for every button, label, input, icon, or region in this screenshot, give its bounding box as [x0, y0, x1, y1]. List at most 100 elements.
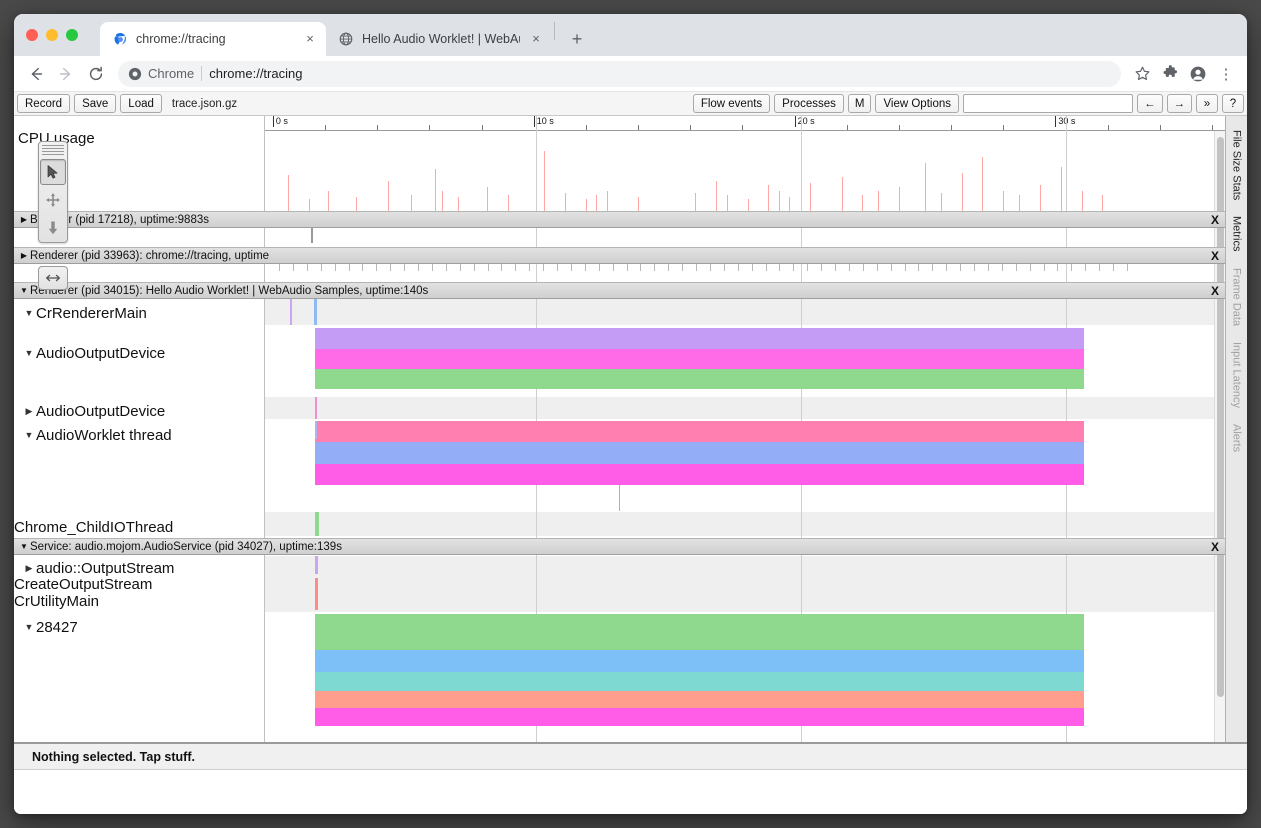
palette-drag-handle[interactable] — [42, 145, 64, 157]
slice-crutilitymain[interactable] — [315, 596, 318, 610]
tab-close-icon[interactable]: × — [302, 31, 318, 47]
status-bar: Nothing selected. Tap stuff. — [14, 744, 1247, 770]
thread-label-audioworklet-thread[interactable]: ▼ AudioWorklet thread — [14, 424, 264, 446]
horizontal-resize-handle[interactable] — [38, 266, 68, 290]
ruler-minor-tick — [1108, 125, 1109, 130]
tab-strip: chrome://tracing × Hello Audio Worklet! … — [14, 14, 1247, 56]
profile-icon[interactable] — [1185, 61, 1211, 87]
tab-title: chrome://tracing — [136, 32, 294, 46]
caret-right-icon[interactable]: ▶ — [18, 251, 30, 260]
slice-audioworklet-marker[interactable] — [315, 421, 317, 439]
record-button[interactable]: Record — [17, 94, 70, 113]
search-next-button[interactable]: → — [1167, 94, 1193, 113]
reload-icon[interactable] — [82, 60, 110, 88]
thread-label-audiooutputdevice-2[interactable]: ▶ AudioOutputDevice — [14, 400, 264, 422]
zoom-tool-button[interactable] — [40, 215, 66, 241]
overflow-button[interactable]: » — [1196, 94, 1218, 113]
process-header-renderer-audioworklet[interactable]: ▼ Renderer (pid 34015): Hello Audio Work… — [14, 282, 1225, 299]
browser-menu-icon[interactable]: ⋮ — [1213, 61, 1239, 87]
close-window-button[interactable] — [26, 29, 38, 41]
slice-createoutputstream[interactable] — [315, 578, 318, 596]
process-header-renderer-tracing[interactable]: ▶ Renderer (pid 33963): chrome://tracing… — [14, 247, 1225, 264]
caret-down-icon[interactable]: ▼ — [22, 308, 36, 318]
process-header-label: Renderer (pid 34015): Hello Audio Workle… — [30, 285, 428, 297]
slice-28427-row2[interactable] — [315, 650, 1085, 672]
slice-audiooutputdevice-row3[interactable] — [315, 369, 1085, 389]
timeline-grid[interactable]: 0 s10 s20 s30 s — [264, 116, 1225, 742]
horizontal-resize-icon — [43, 272, 63, 284]
search-prev-button[interactable]: ← — [1137, 94, 1163, 113]
ruler-minor-tick — [1160, 125, 1161, 130]
load-button[interactable]: Load — [120, 94, 162, 113]
thread-label-createoutputstream: CreateOutputStream — [14, 575, 264, 593]
extensions-puzzle-icon[interactable] — [1157, 61, 1183, 87]
slice-28427-row1[interactable] — [315, 614, 1085, 650]
ruler-minor-tick — [1003, 125, 1004, 130]
caret-down-icon[interactable]: ▼ — [18, 286, 30, 295]
ruler-minor-tick — [951, 125, 952, 130]
back-icon[interactable] — [22, 60, 50, 88]
slice-audiooutputdevice-row1[interactable] — [315, 328, 1085, 349]
bookmark-star-icon[interactable] — [1129, 61, 1155, 87]
crrenderermain-slice-2[interactable] — [314, 299, 317, 325]
slice-chrome-childiothread[interactable] — [315, 512, 319, 536]
save-button[interactable]: Save — [74, 94, 116, 113]
minimize-window-button[interactable] — [46, 29, 58, 41]
slice-28427-row5[interactable] — [315, 708, 1085, 726]
address-bar[interactable]: Chrome chrome://tracing — [118, 61, 1121, 87]
caret-right-icon[interactable]: ▶ — [22, 563, 36, 574]
navigation-bar: Chrome chrome://tracing ⋮ — [14, 56, 1247, 92]
slice-audioworklet-row2[interactable] — [315, 442, 1085, 464]
new-tab-button[interactable]: + — [563, 25, 591, 53]
slice-28427-row3[interactable] — [315, 672, 1085, 691]
process-close-icon[interactable]: X — [1211, 249, 1219, 263]
row-band-crrenderermain — [265, 299, 1225, 325]
time-ruler[interactable]: 0 s10 s20 s30 s — [265, 116, 1225, 131]
audioworklet-flow-line[interactable] — [619, 485, 620, 511]
tab-chrome-tracing[interactable]: chrome://tracing × — [100, 22, 326, 56]
caret-down-icon[interactable]: ▼ — [22, 348, 36, 358]
trace-filename: trace.json.gz — [172, 98, 237, 110]
slice-audio-outputstream[interactable] — [315, 556, 318, 574]
metrics-toggle-button[interactable]: M — [848, 94, 872, 113]
track-area: CPU usage ▼ CrRendererMain ▼ AudioOutput… — [14, 116, 1225, 742]
slice-audioworklet-row3[interactable] — [315, 464, 1085, 485]
caret-right-icon[interactable]: ▶ — [22, 406, 36, 417]
thread-label-crrenderermain[interactable]: ▼ CrRendererMain — [14, 302, 264, 324]
processes-button[interactable]: Processes — [774, 94, 844, 113]
select-tool-button[interactable] — [40, 159, 66, 185]
slice-audiooutputdevice-collapsed[interactable] — [315, 397, 317, 419]
view-options-button[interactable]: View Options — [875, 94, 959, 113]
process-close-icon[interactable]: X — [1211, 213, 1219, 227]
caret-right-icon[interactable]: ▶ — [18, 215, 30, 224]
mouse-mode-palette[interactable] — [38, 141, 68, 243]
slice-28427-row4[interactable] — [315, 691, 1085, 708]
caret-down-icon[interactable]: ▼ — [22, 430, 36, 440]
slice-audiooutputdevice-row2[interactable] — [315, 349, 1085, 369]
slice-audioworklet-row1[interactable] — [315, 421, 1085, 442]
process-close-icon[interactable]: X — [1211, 284, 1219, 298]
thread-label-28427[interactable]: ▼ 28427 — [14, 616, 264, 638]
side-tab-metrics[interactable]: Metrics — [1228, 208, 1246, 259]
url-text[interactable]: chrome://tracing — [209, 66, 302, 81]
pan-tool-button[interactable] — [40, 187, 66, 213]
flow-events-button[interactable]: Flow events — [693, 94, 770, 113]
row-band-outputstream — [265, 556, 1225, 612]
caret-down-icon[interactable]: ▼ — [18, 542, 30, 551]
process-header-audio-service[interactable]: ▼ Service: audio.mojom.AudioService (pid… — [14, 538, 1225, 555]
tab-close-icon[interactable]: × — [528, 31, 544, 47]
search-input[interactable] — [963, 94, 1133, 113]
site-chip: Chrome — [128, 66, 194, 81]
process-header-browser[interactable]: ▶ Browser (pid 17218), uptime:9883s X — [14, 211, 1225, 228]
caret-down-icon[interactable]: ▼ — [22, 622, 36, 632]
maximize-window-button[interactable] — [66, 29, 78, 41]
crrenderermain-slice-1[interactable] — [290, 299, 292, 325]
browser-window: chrome://tracing × Hello Audio Worklet! … — [14, 14, 1247, 814]
thread-label-audiooutputdevice-1[interactable]: ▼ AudioOutputDevice — [14, 342, 264, 364]
forward-icon[interactable] — [52, 60, 80, 88]
help-button[interactable]: ? — [1222, 94, 1244, 113]
thread-label-chrome-childiothread[interactable]: Chrome_ChildIOThread — [14, 516, 264, 538]
tab-hello-audio-worklet[interactable]: Hello Audio Worklet! | WebAud × — [326, 22, 552, 56]
side-tab-file-size-stats[interactable]: File Size Stats — [1228, 122, 1246, 208]
process-close-icon[interactable]: X — [1211, 540, 1219, 554]
